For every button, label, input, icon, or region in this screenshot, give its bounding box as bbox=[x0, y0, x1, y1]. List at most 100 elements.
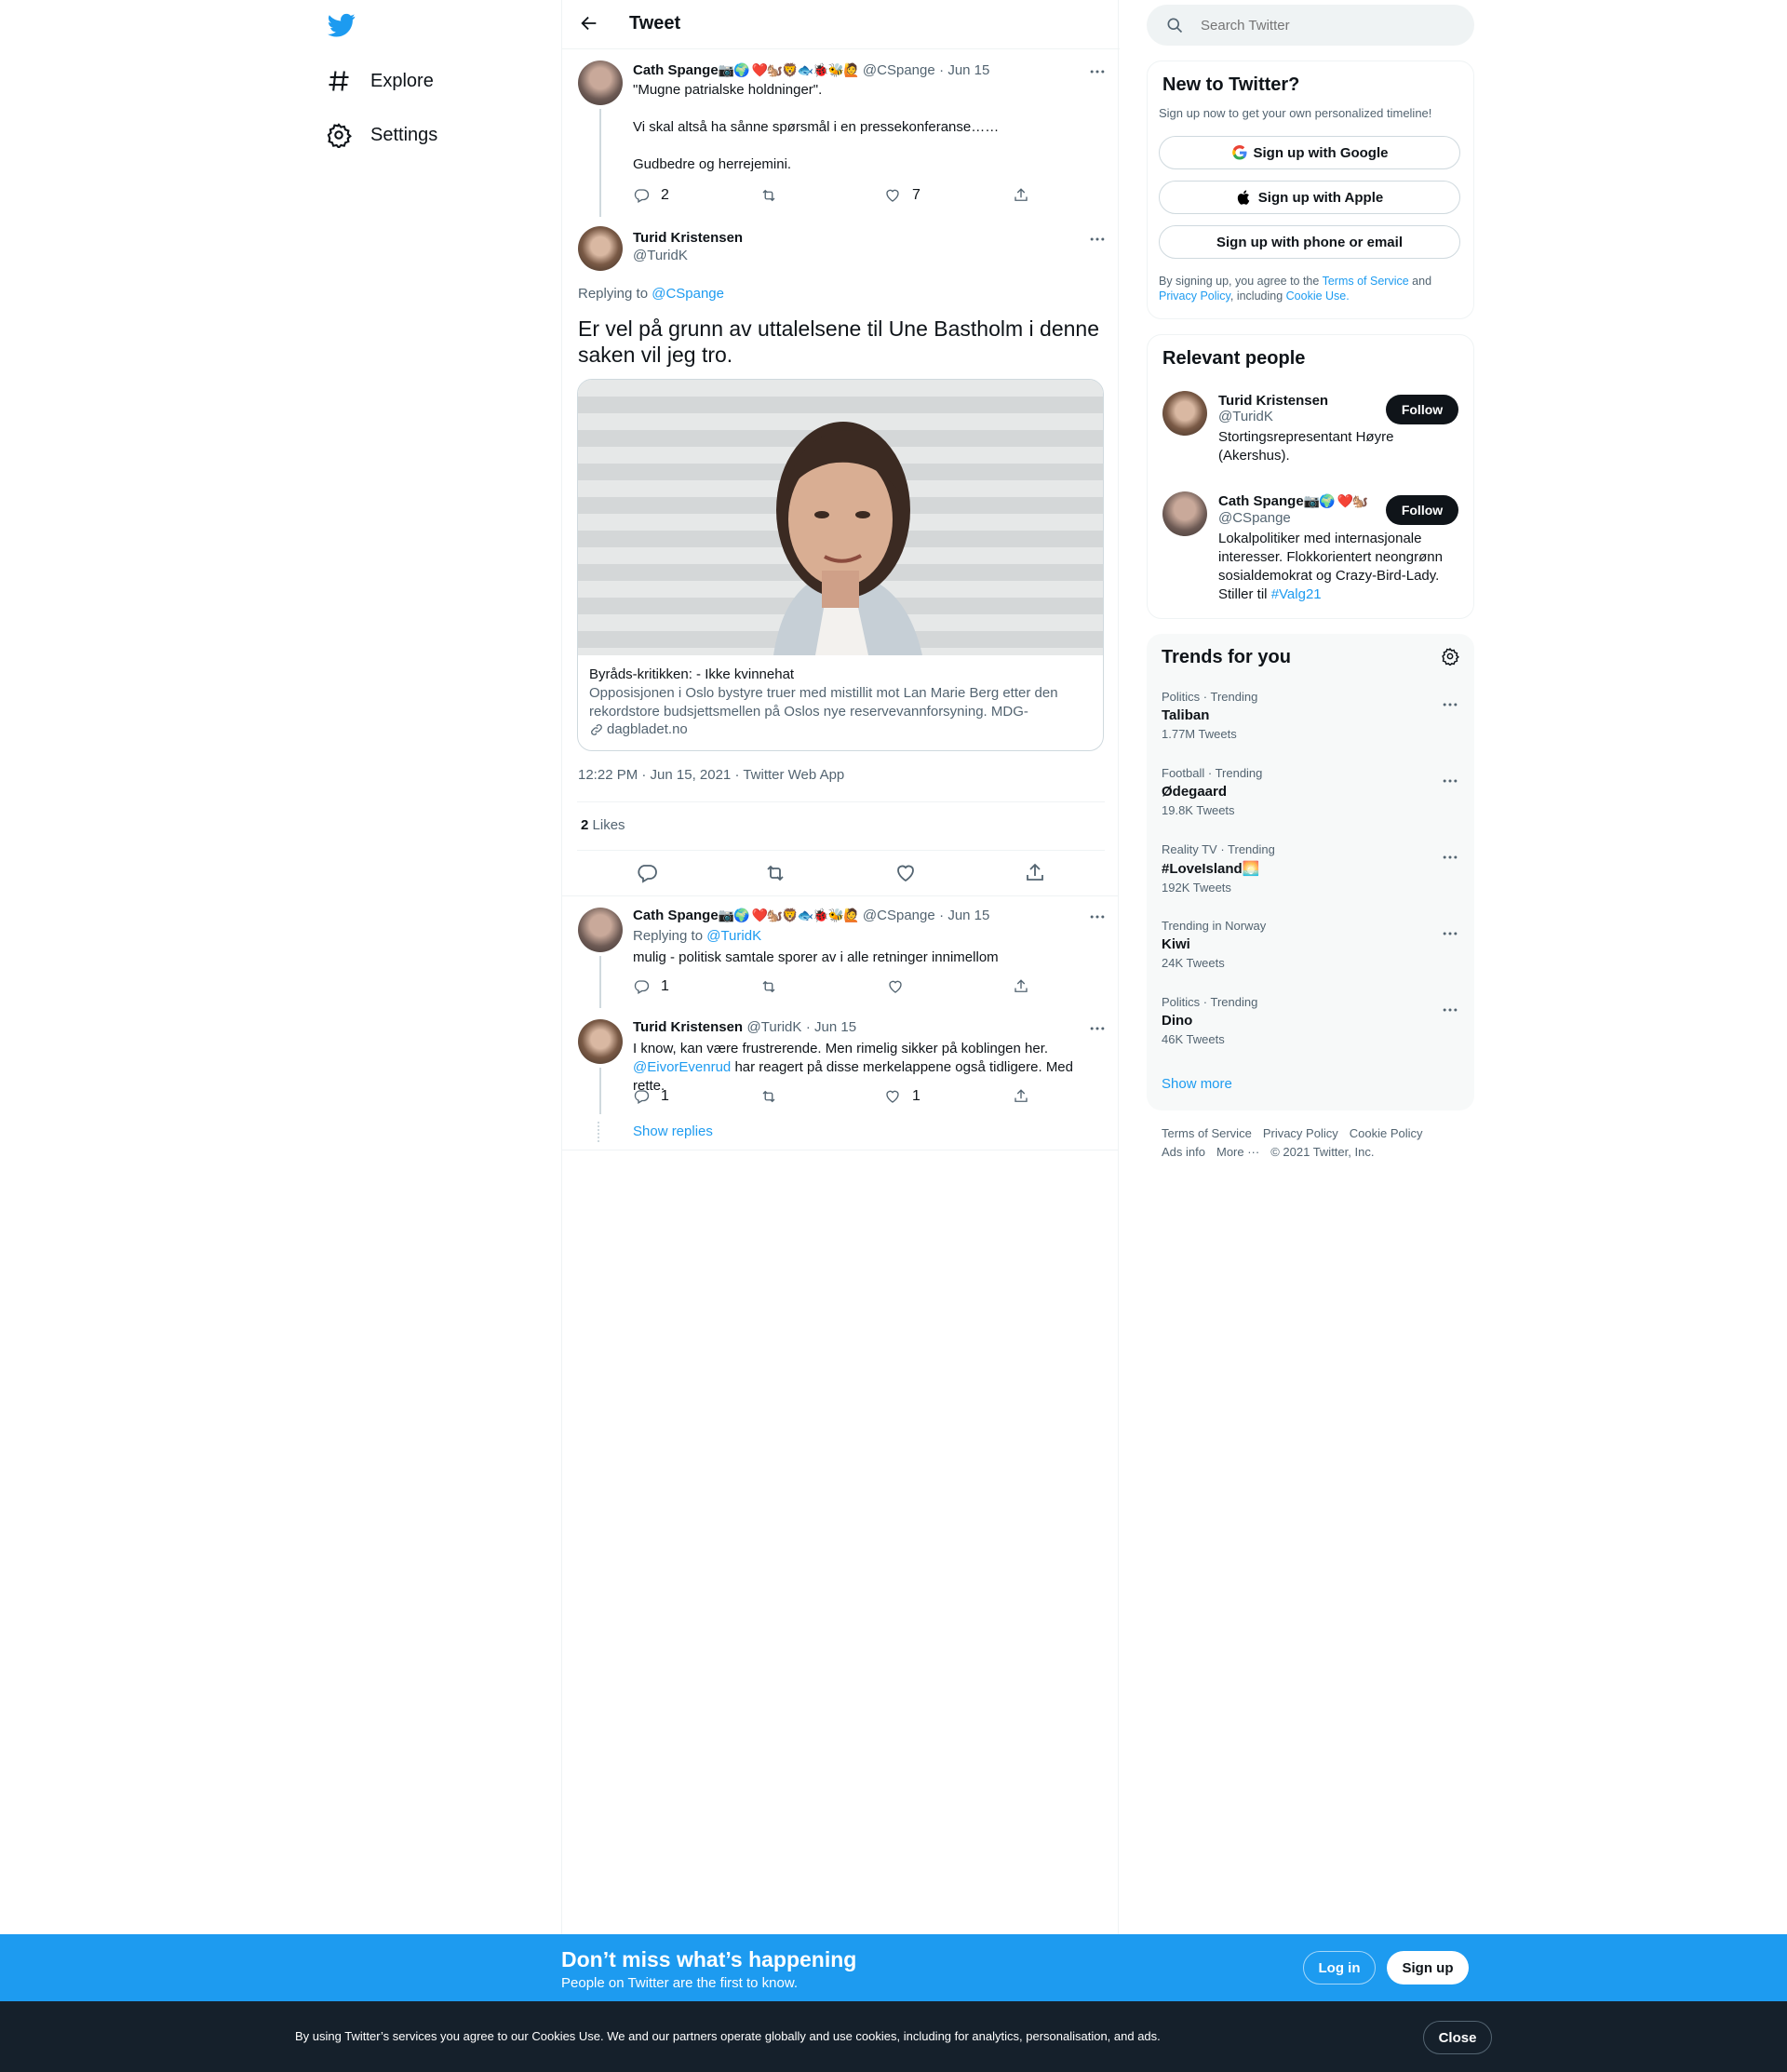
login-button[interactable]: Log in bbox=[1303, 1951, 1376, 1985]
share-icon[interactable] bbox=[1024, 862, 1046, 884]
gear-icon[interactable] bbox=[1441, 647, 1459, 666]
more-icon[interactable] bbox=[1441, 924, 1459, 943]
link-card[interactable]: Byråds-kritikken: - Ikke kvinnehat Oppos… bbox=[577, 379, 1104, 751]
replying-link[interactable]: @CSpange bbox=[652, 286, 724, 302]
show-more-link[interactable]: Show more bbox=[1162, 1076, 1232, 1092]
author-handle[interactable]: @CSpange bbox=[863, 62, 935, 78]
tweet-date[interactable]: · Jun 15 bbox=[806, 1019, 856, 1035]
footer-privacy-link[interactable]: Privacy Policy bbox=[1263, 1126, 1338, 1140]
person-handle[interactable]: @TuridK bbox=[1218, 409, 1386, 424]
tos-link[interactable]: Terms of Service bbox=[1323, 275, 1409, 288]
heart-icon[interactable] bbox=[894, 862, 917, 884]
person-name[interactable]: Turid Kristensen bbox=[1218, 393, 1386, 409]
share-button[interactable] bbox=[1013, 978, 1041, 995]
mention-link[interactable]: @EivorEvenrud bbox=[633, 1059, 731, 1075]
share-button[interactable] bbox=[1013, 1088, 1041, 1105]
signup-apple-button[interactable]: Sign up with Apple bbox=[1159, 181, 1460, 214]
more-icon[interactable] bbox=[1441, 772, 1459, 790]
author-handle[interactable]: @CSpange bbox=[863, 908, 935, 923]
nav-settings[interactable]: Settings bbox=[326, 112, 437, 158]
signup-google-button[interactable]: Sign up with Google bbox=[1159, 136, 1460, 169]
search-input[interactable] bbox=[1201, 17, 1461, 34]
name-emojis: 📷🌍 ❤️🐿️🦁🐟🐞🐝🙋 bbox=[718, 62, 860, 77]
trend-item[interactable]: Politics · Trending Dino 46K Tweets bbox=[1162, 995, 1459, 1046]
likes-stat[interactable]: 2 Likes bbox=[581, 817, 625, 833]
privacy-link[interactable]: Privacy Policy bbox=[1159, 289, 1230, 303]
more-icon[interactable] bbox=[1088, 1019, 1107, 1038]
avatar[interactable] bbox=[1162, 491, 1207, 536]
tweet-text: I know, kan være frustrerende. Men rimel… bbox=[633, 1040, 1108, 1096]
footer-cookie-link[interactable]: Cookie Policy bbox=[1350, 1126, 1423, 1140]
trend-meta: Reality TV · Trending bbox=[1162, 842, 1275, 856]
reply-tweet[interactable]: Turid Kristensen @TuridK · Jun 15 I know… bbox=[562, 1008, 1120, 1150]
footer-ads-link[interactable]: Ads info bbox=[1162, 1145, 1205, 1159]
person-card[interactable]: Cath Spange📷🌍 ❤️🐿️ @CSpange Lokalpolitik… bbox=[1148, 491, 1473, 612]
more-icon[interactable] bbox=[1088, 908, 1107, 926]
twitter-logo-icon[interactable] bbox=[328, 11, 357, 41]
search-box[interactable] bbox=[1147, 5, 1474, 46]
author-name[interactable]: Cath Spange bbox=[633, 62, 719, 78]
retweet-button[interactable] bbox=[760, 1088, 788, 1105]
back-arrow-icon[interactable] bbox=[579, 13, 601, 35]
replying-link[interactable]: @TuridK bbox=[706, 928, 761, 944]
heart-icon bbox=[884, 187, 901, 204]
reply-tweet[interactable]: Cath Spange📷🌍 ❤️🐿️🦁🐟🐞🐝🙋 @CSpange · Jun 1… bbox=[562, 896, 1120, 1008]
like-button[interactable]: 7 bbox=[884, 187, 920, 204]
trend-count: 19.8K Tweets bbox=[1162, 803, 1235, 817]
panel-title: Relevant people bbox=[1162, 348, 1306, 369]
signup-phone-button[interactable]: Sign up with phone or email bbox=[1159, 225, 1460, 259]
show-replies-link[interactable]: Show replies bbox=[633, 1123, 713, 1139]
reply-button[interactable]: 1 bbox=[633, 1088, 669, 1105]
trend-item[interactable]: Reality TV · Trending #LoveIsland🌅 192K … bbox=[1162, 842, 1459, 895]
reply-icon[interactable] bbox=[636, 862, 658, 884]
tweet-date[interactable]: · Jun 15 bbox=[939, 908, 989, 923]
footer-more-link[interactable]: More ··· bbox=[1216, 1145, 1259, 1159]
tweet-timestamp[interactable]: 12:22 PM · Jun 15, 2021 · Twitter Web Ap… bbox=[578, 767, 844, 783]
author-handle[interactable]: @TuridK bbox=[633, 248, 743, 263]
more-icon[interactable] bbox=[1088, 230, 1107, 249]
close-button[interactable]: Close bbox=[1423, 2021, 1492, 2054]
page-title: Tweet bbox=[629, 13, 681, 34]
panel-title: New to Twitter? bbox=[1162, 74, 1300, 95]
retweet-button[interactable] bbox=[760, 187, 788, 204]
author-name[interactable]: Turid Kristensen bbox=[633, 230, 743, 246]
legal-text: By signing up, you agree to the Terms of… bbox=[1159, 274, 1466, 303]
more-icon[interactable] bbox=[1088, 62, 1107, 81]
avatar[interactable] bbox=[578, 61, 623, 105]
cookie-link[interactable]: Cookie Use. bbox=[1286, 289, 1350, 303]
author-name[interactable]: Turid Kristensen bbox=[633, 1019, 743, 1035]
avatar[interactable] bbox=[578, 908, 623, 952]
trend-meta: Trending in Norway bbox=[1162, 919, 1267, 933]
signup-button[interactable]: Sign up bbox=[1387, 1951, 1469, 1985]
follow-button[interactable]: Follow bbox=[1386, 395, 1458, 424]
retweet-icon[interactable] bbox=[764, 862, 786, 884]
retweet-button[interactable] bbox=[760, 978, 788, 995]
share-icon bbox=[1013, 978, 1029, 995]
share-button[interactable] bbox=[1013, 187, 1041, 204]
like-button[interactable] bbox=[887, 978, 915, 995]
more-icon[interactable] bbox=[1441, 695, 1459, 714]
author-handle[interactable]: @TuridK bbox=[747, 1019, 802, 1035]
tweet-date[interactable]: · Jun 15 bbox=[939, 62, 989, 78]
footer-tos-link[interactable]: Terms of Service bbox=[1162, 1126, 1252, 1140]
avatar[interactable] bbox=[1162, 391, 1207, 436]
trend-item[interactable]: Politics · Trending Taliban 1.77M Tweets bbox=[1162, 690, 1459, 741]
avatar[interactable] bbox=[578, 1019, 623, 1064]
avatar[interactable] bbox=[578, 226, 623, 271]
reply-button[interactable]: 2 bbox=[633, 187, 669, 204]
more-icon[interactable] bbox=[1441, 848, 1459, 867]
follow-button[interactable]: Follow bbox=[1386, 495, 1458, 525]
parent-tweet[interactable]: Cath Spange📷🌍 ❤️🐿️🦁🐟🐞🐝🙋 @CSpange · Jun 1… bbox=[562, 49, 1120, 217]
more-icon[interactable] bbox=[1441, 1001, 1459, 1019]
reply-count: 1 bbox=[661, 1088, 669, 1104]
hashtag-link[interactable]: #Valg21 bbox=[1271, 586, 1322, 602]
nav-explore[interactable]: Explore bbox=[326, 58, 434, 104]
trend-item[interactable]: Trending in Norway Kiwi 24K Tweets bbox=[1162, 919, 1459, 970]
person-card[interactable]: Turid Kristensen @TuridK Stortingsrepres… bbox=[1148, 391, 1473, 484]
reply-button[interactable]: 1 bbox=[633, 978, 669, 995]
like-button[interactable]: 1 bbox=[884, 1088, 920, 1105]
trend-item[interactable]: Football · Trending Ødegaard 19.8K Tweet… bbox=[1162, 766, 1459, 817]
tweet-text: mulig - politisk samtale sporer av i all… bbox=[633, 949, 999, 965]
author-name[interactable]: Cath Spange bbox=[633, 908, 719, 923]
person-name[interactable]: Cath Spange bbox=[1218, 493, 1304, 509]
